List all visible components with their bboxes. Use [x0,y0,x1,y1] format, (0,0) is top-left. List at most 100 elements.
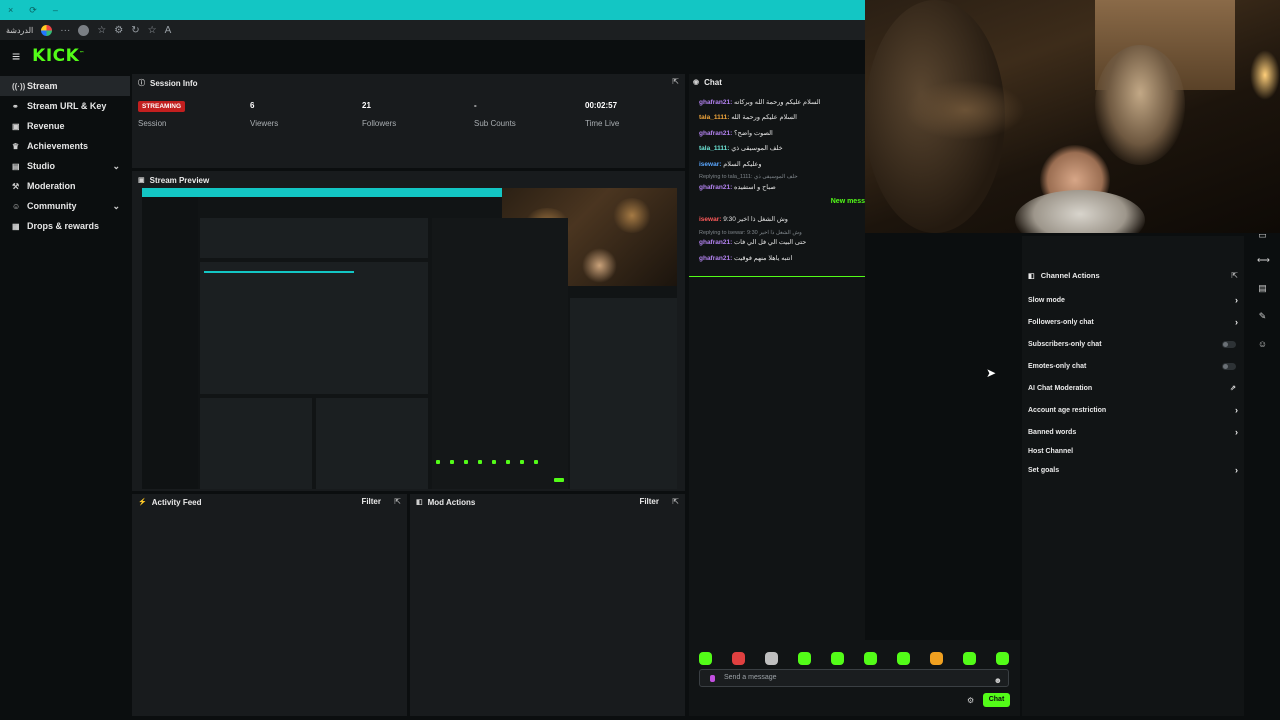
reload-icon[interactable]: ⟳ [29,5,37,16]
popout-icon[interactable]: ⇱ [672,77,679,86]
emote-icon[interactable] [798,652,811,665]
chat-username[interactable]: tala_1111: [699,114,729,121]
banned-words-item[interactable]: Banned words › [1028,427,1238,437]
followers-value: 21 [362,101,371,110]
emote-icon[interactable] [864,652,877,665]
preview-emote [506,460,510,464]
chevron-down-icon[interactable]: ⌄ [112,201,120,212]
menu-icon[interactable]: ≡ [12,48,20,64]
rail-icon-top[interactable]: ▭ [1257,230,1268,241]
emote-icon[interactable] [963,652,976,665]
chat-message[interactable]: ghafran21: حتى البيت الي فل الي فات [699,238,806,246]
kick-logo[interactable]: KICK™ [32,46,85,66]
chat-message-input[interactable]: Send a message ☻ [699,669,1009,687]
read-aloud-icon[interactable]: A [165,25,172,36]
users-icon[interactable]: ☺ [1257,339,1268,350]
close-window-icon[interactable]: × [8,5,13,15]
chat-username[interactable]: ghafran21: [699,130,732,137]
preview-icon: ▣ [138,177,145,184]
chat-username[interactable]: ghafran21: [699,184,732,191]
studio-icon: ▤ [12,161,20,171]
webcam-person-shirt [1015,190,1145,233]
popout-icon[interactable]: ⇱ [1231,271,1238,280]
sidebar-item-stream[interactable]: ((·)) Stream [0,76,130,96]
emote-icon[interactable] [897,652,910,665]
chat-message[interactable]: ghafran21: السلام عليكم ورحمة الله وبركا… [699,98,821,106]
host-channel-item[interactable]: Host Channel [1028,448,1238,455]
panel-header: ⓘ Session Info [132,76,685,90]
preview-emote [436,460,440,464]
emotes-only-toggle[interactable] [1222,363,1236,370]
chat-message[interactable]: ghafran21: صباح و استفيده [699,183,776,191]
sidebar-item-community[interactable]: ☺ Community ⌄ [0,196,130,216]
activity-filter-button[interactable]: Filter [361,497,381,506]
chat-message[interactable]: ghafran21: الصوت واضح؟ [699,129,773,137]
set-goals-item[interactable]: Set goals › [1028,465,1238,475]
emote-icon[interactable] [831,652,844,665]
link-icon[interactable]: ⟷ [1257,255,1270,266]
slow-mode-item[interactable]: Slow mode › [1028,295,1238,305]
chat-username[interactable]: ghafran21: [699,99,732,106]
account-age-item[interactable]: Account age restriction › [1028,405,1238,415]
preview-actions-panel [570,298,677,489]
emote-icon[interactable] [996,652,1009,665]
chat-message[interactable]: tala_1111: خلف الموسيقى ذي [699,144,783,152]
ai-moderation-item[interactable]: AI Chat Moderation ⇗ [1028,385,1238,392]
gear-icon[interactable]: ⚙ [967,696,974,705]
followers-label: Followers [362,119,397,128]
popout-icon[interactable]: ⇱ [672,497,679,506]
browser-tab-label[interactable]: الدردشة [6,26,33,35]
chat-panel: ◉ Chat ghafran21: السلام عليكم ورحمة الل… [689,74,865,716]
stream-preview-video[interactable] [142,188,677,489]
session-label: Session [138,119,167,128]
emote-icon[interactable] [930,652,943,665]
subscribers-only-item: Subscribers-only chat [1028,341,1238,348]
extensions-icon[interactable]: ⚙ [114,25,123,36]
subscribers-only-toggle[interactable] [1222,341,1236,348]
people-icon: ☺ [12,201,21,211]
new-messages-label[interactable]: New mess [827,198,865,205]
chat-username[interactable]: ghafran21: [699,239,732,246]
minimize-icon[interactable]: – [53,5,58,15]
action-label: AI Chat Moderation [1028,385,1093,392]
emote-icon[interactable] [732,652,745,665]
popout-icon[interactable]: ⇱ [394,497,401,506]
followers-only-item[interactable]: Followers-only chat › [1028,317,1238,327]
favorite-icon[interactable]: ☆ [97,25,106,36]
chat-message[interactable]: tala_1111: السلام عليكم ورحمة الله [699,113,797,121]
emoji-picker-icon[interactable]: ☻ [994,673,1002,689]
sidebar-item-stream-url-key[interactable]: ⚭ Stream URL & Key [0,96,130,116]
action-label: Followers-only chat [1028,319,1094,326]
refresh-icon[interactable]: ↻ [131,25,139,36]
chat-username[interactable]: isewar: [699,216,721,223]
chat-message[interactable]: isewar: وش الشغل ذا اخير 9:30 [699,215,788,223]
chat-username[interactable]: isewar: [699,161,721,168]
chat-message[interactable]: isewar: وعليكم السلام [699,160,762,168]
send-chat-button[interactable]: Chat [983,693,1010,707]
sidebar-item-achievements[interactable]: ♛ Achievements [0,136,130,156]
chevron-down-icon[interactable]: ⌄ [112,161,120,172]
avatar-icon[interactable] [78,24,90,36]
sidebar-item-label: Revenue [27,121,65,131]
emote-icon[interactable] [699,652,712,665]
action-label: Slow mode [1028,297,1065,304]
wrench-icon[interactable]: ✎ [1257,311,1268,322]
sidebar-item-drops-rewards[interactable]: ▦ Drops & rewards [0,216,130,236]
sidebar-item-studio[interactable]: ▤ Studio ⌄ [0,156,130,176]
chat-username[interactable]: ghafran21: [699,255,732,262]
sidebar-item-label: Drops & rewards [27,221,100,231]
chat-text: انتبه ياهلا منهم فوقيت [734,255,793,262]
preview-emote [478,460,482,464]
sidebar-item-moderation[interactable]: ⚒ Moderation [0,176,130,196]
right-tool-rail: ▭ ⟷ ▤ ✎ ☺ [1248,230,1280,720]
more-icon[interactable]: ··· [60,25,70,36]
star-icon[interactable]: ☆ [148,25,157,36]
chat-username[interactable]: tala_1111: [699,145,729,152]
sidebar-item-revenue[interactable]: ▣ Revenue [0,116,130,136]
emote-icon[interactable] [765,652,778,665]
mod-filter-button[interactable]: Filter [639,497,659,506]
chat-message[interactable]: ghafran21: انتبه ياهلا منهم فوقيت [699,254,792,262]
browser-profile-icon[interactable] [41,24,53,36]
preview-emote [450,460,454,464]
save-icon[interactable]: ▤ [1257,283,1268,294]
